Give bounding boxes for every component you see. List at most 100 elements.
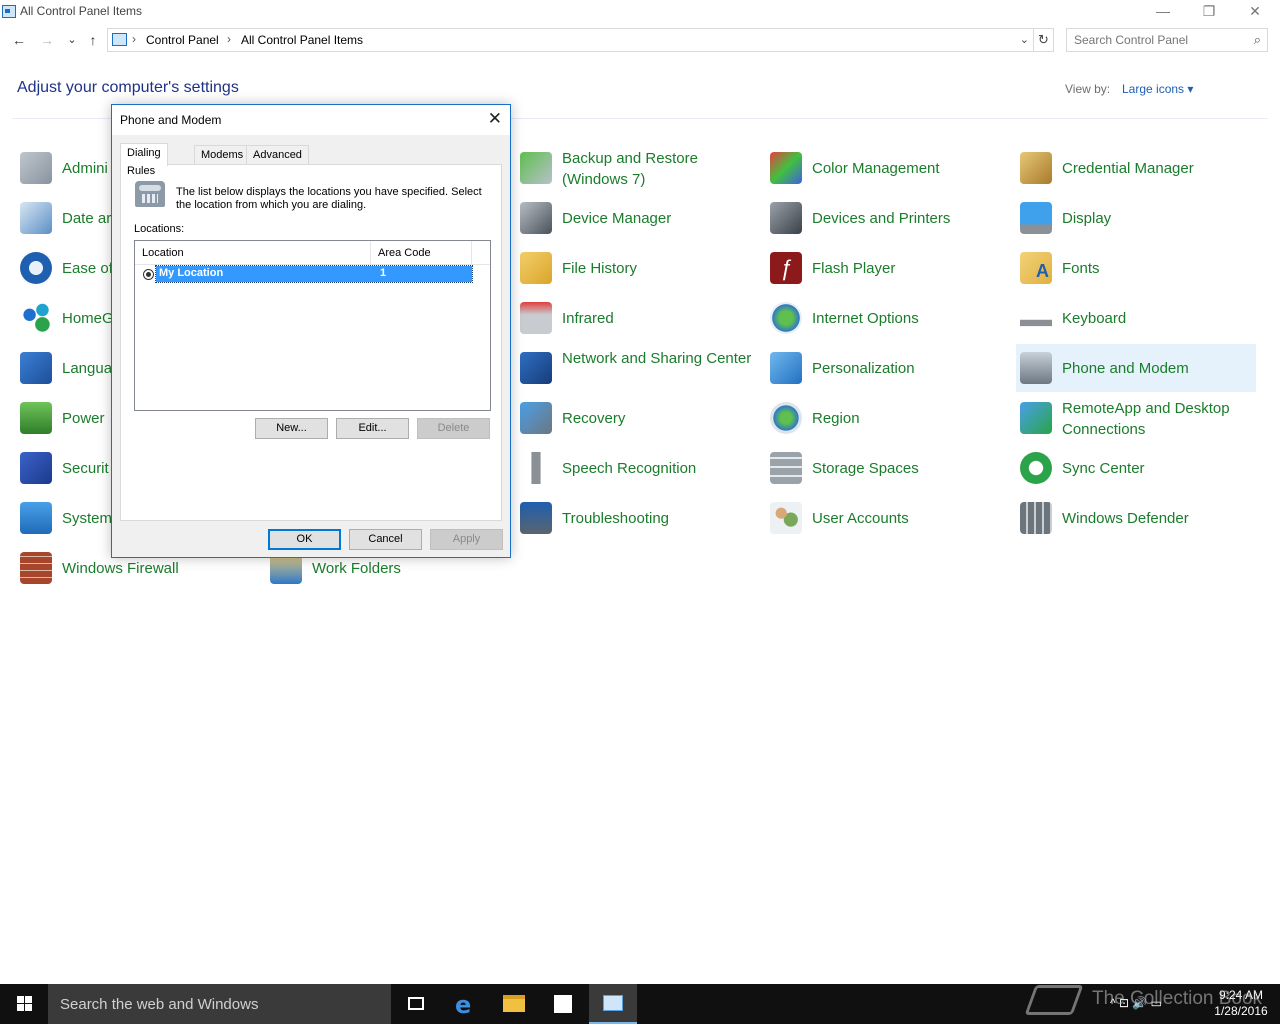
cp-item-personalization[interactable]: Personalization <box>766 344 1006 392</box>
up-button[interactable]: ↑ <box>83 30 103 50</box>
window-titlebar: All Control Panel Items — ❐ ✕ <box>0 0 1280 24</box>
chevron-down-icon[interactable]: ⌄ <box>1020 33 1029 46</box>
keyboard-icon <box>1020 302 1052 334</box>
recovery-icon <box>520 402 552 434</box>
apply-button[interactable]: Apply <box>430 529 503 550</box>
column-area-code[interactable]: Area Code <box>371 241 472 265</box>
phone-and-modem-dialog: Phone and Modem ✕ Dialing Rules Modems A… <box>111 104 511 558</box>
file-explorer-button[interactable] <box>490 984 538 1024</box>
start-button[interactable] <box>0 984 48 1024</box>
defender-icon <box>1020 502 1052 534</box>
tab-dialing-rules[interactable]: Dialing Rules <box>120 143 168 177</box>
address-bar[interactable]: › Control Panel › All Control Panel Item… <box>107 28 1034 52</box>
sync-icon <box>1020 452 1052 484</box>
column-location[interactable]: Location <box>135 241 371 265</box>
breadcrumb-all-items[interactable]: All Control Panel Items <box>241 33 363 47</box>
globe-icon <box>770 302 802 334</box>
user-accounts-icon <box>770 502 802 534</box>
cp-item-color-management[interactable]: Color Management <box>766 144 1006 192</box>
control-panel-icon <box>603 995 623 1011</box>
cp-item-backup-and-restore[interactable]: Backup and Restore (Windows 7) <box>516 144 756 192</box>
cp-item-sync-center[interactable]: Sync Center <box>1016 444 1256 492</box>
store-button[interactable] <box>539 984 587 1024</box>
search-icon[interactable]: ⌕ <box>1254 32 1261 48</box>
book-icon <box>1024 985 1084 1015</box>
dialog-close-button[interactable]: ✕ <box>488 109 502 129</box>
dialog-title: Phone and Modem <box>120 113 222 127</box>
computer-icon <box>20 502 52 534</box>
file-history-icon <box>520 252 552 284</box>
personalization-icon <box>770 352 802 384</box>
view-by-dropdown[interactable]: Large icons ▾ <box>1122 82 1193 96</box>
location-area-code: 1 <box>380 267 387 279</box>
watermark: The Collection Book <box>1024 981 1280 1023</box>
cp-item-windows-defender[interactable]: Windows Defender <box>1016 494 1256 542</box>
delete-button[interactable]: Delete <box>417 418 490 439</box>
edit-button[interactable]: Edit... <box>336 418 409 439</box>
cp-item-infrared[interactable]: Infrared <box>516 294 756 342</box>
cp-item-device-manager[interactable]: Device Manager <box>516 194 756 242</box>
window-title: All Control Panel Items <box>20 4 143 18</box>
cp-item-credential-manager[interactable]: Credential Manager <box>1016 144 1256 192</box>
storage-icon <box>770 452 802 484</box>
remoteapp-icon <box>1020 402 1052 434</box>
ease-of-access-icon <box>20 252 52 284</box>
admin-tools-icon <box>20 152 52 184</box>
cp-item-network-and-sharing[interactable]: Network and Sharing Center <box>516 344 756 392</box>
cp-item-region[interactable]: Region <box>766 394 1006 442</box>
chevron-right-icon[interactable]: › <box>132 32 136 46</box>
cp-item-display[interactable]: Display <box>1016 194 1256 242</box>
cp-item-keyboard[interactable]: Keyboard <box>1016 294 1256 342</box>
list-item[interactable]: My Location 1 <box>155 265 473 283</box>
troubleshooting-icon <box>520 502 552 534</box>
search-input[interactable] <box>1074 30 1244 50</box>
backup-icon <box>520 152 552 184</box>
cp-item-file-history[interactable]: File History <box>516 244 756 292</box>
cp-item-troubleshooting[interactable]: Troubleshooting <box>516 494 756 542</box>
taskbar-search[interactable]: Search the web and Windows <box>48 984 391 1024</box>
search-box[interactable]: ⌕ <box>1066 28 1268 52</box>
cp-item-remoteapp[interactable]: RemoteApp and Desktop Connections <box>1016 394 1256 442</box>
refresh-button[interactable]: ↻ <box>1034 28 1054 52</box>
display-icon <box>1020 202 1052 234</box>
cp-item-phone-and-modem[interactable]: Phone and Modem <box>1016 344 1256 392</box>
page-title: Adjust your computer's settings <box>17 79 239 96</box>
cp-item-user-accounts[interactable]: User Accounts <box>766 494 1006 542</box>
cp-item-storage-spaces[interactable]: Storage Spaces <box>766 444 1006 492</box>
color-management-icon <box>770 152 802 184</box>
maximize-button[interactable]: ❐ <box>1186 0 1232 24</box>
minimize-button[interactable]: — <box>1140 0 1186 24</box>
infrared-icon <box>520 302 552 334</box>
navigation-bar: ← → ⌄ ↑ › Control Panel › All Control Pa… <box>0 26 1280 54</box>
cp-item-devices-and-printers[interactable]: Devices and Printers <box>766 194 1006 242</box>
network-icon <box>520 352 552 384</box>
windows-logo-icon <box>17 996 24 1003</box>
control-panel-taskbar-button[interactable] <box>589 984 637 1024</box>
microphone-icon <box>520 452 552 484</box>
list-header: Location Area Code <box>135 241 490 265</box>
new-button[interactable]: New... <box>255 418 328 439</box>
breadcrumb-control-panel[interactable]: Control Panel <box>146 33 219 47</box>
cp-item-speech-recognition[interactable]: Speech Recognition <box>516 444 756 492</box>
language-icon <box>20 352 52 384</box>
chevron-right-icon[interactable]: › <box>227 32 231 46</box>
tab-advanced[interactable]: Advanced <box>246 145 309 165</box>
task-view-button[interactable] <box>392 984 440 1024</box>
cancel-button[interactable]: Cancel <box>349 529 422 550</box>
forward-button[interactable]: → <box>37 30 57 50</box>
flag-icon <box>20 452 52 484</box>
cp-item-recovery[interactable]: Recovery <box>516 394 756 442</box>
recent-locations-button[interactable]: ⌄ <box>62 30 82 50</box>
store-icon <box>554 995 572 1013</box>
cp-item-flash-player[interactable]: ƒ Flash Player <box>766 244 1006 292</box>
ok-button[interactable]: OK <box>268 529 341 550</box>
close-button[interactable]: ✕ <box>1232 0 1278 24</box>
edge-button[interactable]: e <box>442 984 490 1024</box>
back-button[interactable]: ← <box>9 30 29 50</box>
cp-item-fonts[interactable]: A Fonts <box>1016 244 1256 292</box>
locations-list[interactable]: Location Area Code My Location 1 <box>134 240 491 411</box>
tab-modems[interactable]: Modems <box>194 145 251 165</box>
credential-vault-icon <box>1020 152 1052 184</box>
calendar-clock-icon <box>20 202 52 234</box>
cp-item-internet-options[interactable]: Internet Options <box>766 294 1006 342</box>
